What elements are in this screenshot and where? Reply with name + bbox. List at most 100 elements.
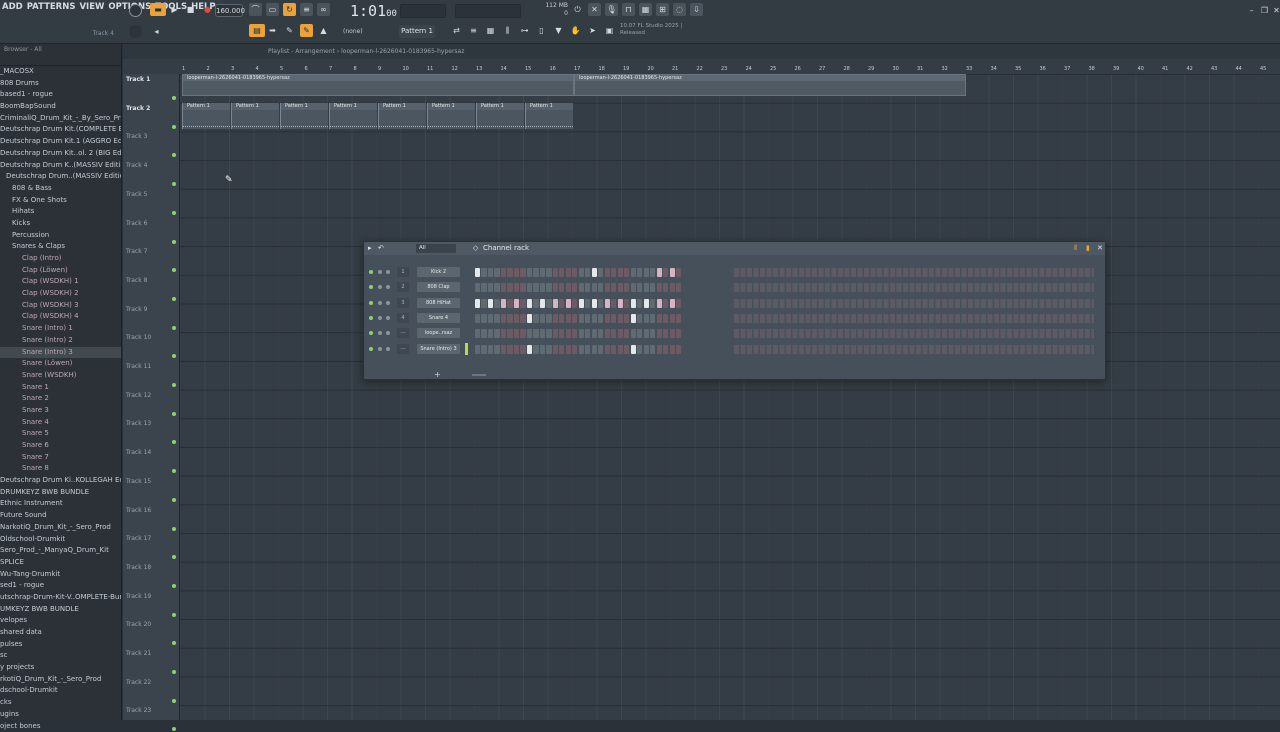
track-header[interactable]: Track 7 <box>126 248 147 255</box>
step-button[interactable] <box>598 283 603 292</box>
channel-mixer-track[interactable]: 3 <box>397 298 409 308</box>
step-button[interactable] <box>657 329 662 338</box>
step-button[interactable] <box>624 268 629 277</box>
track-header[interactable]: Track 19 <box>126 593 151 600</box>
timeline-ruler[interactable]: 1234567891011121314151617181920212223242… <box>180 64 1280 74</box>
browser-folder-item[interactable]: ugins <box>0 709 121 721</box>
track-header[interactable]: Track 11 <box>126 363 151 370</box>
browser-folder-item[interactable]: Deutschrap Drum K..(MASSIV Edition) <box>0 160 121 172</box>
track-mute-led[interactable] <box>172 96 176 100</box>
step-button[interactable] <box>559 268 564 277</box>
step-button[interactable] <box>670 329 675 338</box>
playlist-grid[interactable]: looperman-l-2626041-0183965-hypersaz loo… <box>180 74 1280 720</box>
step-button[interactable] <box>592 345 597 354</box>
step-button[interactable] <box>546 314 551 323</box>
step-button[interactable] <box>657 299 662 308</box>
step-button[interactable] <box>637 299 642 308</box>
channel-mixer-track[interactable]: --- <box>397 344 409 354</box>
step-button[interactable] <box>520 345 525 354</box>
step-button[interactable] <box>585 283 590 292</box>
step-button[interactable] <box>475 283 480 292</box>
pattern-clip[interactable]: Pattern 1 <box>525 103 573 129</box>
track-header[interactable]: Track 2 <box>126 105 150 112</box>
step-button[interactable] <box>611 314 616 323</box>
step-button[interactable] <box>624 283 629 292</box>
step-button[interactable] <box>592 268 597 277</box>
step-button[interactable] <box>488 283 493 292</box>
step-button[interactable] <box>501 314 506 323</box>
channel-mute-led[interactable] <box>369 285 373 289</box>
channel-name-button[interactable]: 808 Clap <box>417 282 460 292</box>
track-header[interactable]: Track 16 <box>126 507 151 514</box>
step-button[interactable] <box>527 345 532 354</box>
browser-sample-item[interactable]: Snare 1 <box>0 382 121 394</box>
master-volume-slider[interactable] <box>400 4 446 18</box>
channel-name-button[interactable]: 808 HiHat <box>417 298 460 308</box>
step-button[interactable] <box>637 314 642 323</box>
step-button[interactable] <box>650 268 655 277</box>
metronome-icon[interactable]: ⌒ <box>249 3 262 16</box>
track-header[interactable]: Track 20 <box>126 621 151 628</box>
step-button[interactable] <box>670 268 675 277</box>
step-button[interactable] <box>527 283 532 292</box>
step-button[interactable] <box>592 314 597 323</box>
track-mute-led[interactable] <box>172 498 176 502</box>
step-button[interactable] <box>533 314 538 323</box>
step-button[interactable] <box>579 314 584 323</box>
step-button[interactable] <box>553 345 558 354</box>
browser-folder-item[interactable]: velopes <box>0 615 121 627</box>
step-button[interactable] <box>631 314 636 323</box>
browser-folder-item[interactable]: CriminaliQ_Drum_Kit_-_By_Sero_Prod <box>0 113 121 125</box>
browser-folder-item[interactable]: Deutschrap Drum..(MASSIV Edition) <box>0 171 121 183</box>
track-mute-led[interactable] <box>172 555 176 559</box>
browser-sample-item[interactable]: Snare 3 <box>0 405 121 417</box>
rack-undo-icon[interactable]: ↶ <box>378 242 384 255</box>
track-header[interactable]: Track 14 <box>126 449 151 456</box>
step-button[interactable] <box>644 299 649 308</box>
step-button[interactable] <box>527 329 532 338</box>
step-button[interactable] <box>501 345 506 354</box>
step-button[interactable] <box>598 299 603 308</box>
channel-name-button[interactable]: loope..rsaz <box>417 328 460 338</box>
rack-close-icon[interactable]: ✕ <box>1097 242 1103 255</box>
step-button[interactable] <box>663 283 668 292</box>
step-button[interactable] <box>657 283 662 292</box>
step-button[interactable] <box>644 268 649 277</box>
browser-folder-item[interactable]: based1 - rogue <box>0 89 121 101</box>
browser-folder-item[interactable]: rkotiQ_Drum_Kit_-_Sero_Prod <box>0 674 121 686</box>
browser-sample-item[interactable]: Clap (Intro) <box>0 253 121 265</box>
step-button[interactable] <box>585 268 590 277</box>
pat-mode-icon[interactable]: ▬ <box>150 3 166 16</box>
step-button[interactable] <box>507 314 512 323</box>
step-button[interactable] <box>670 283 675 292</box>
step-button[interactable] <box>631 283 636 292</box>
cpu-icon[interactable]: ▦ <box>639 3 652 16</box>
step-button[interactable] <box>605 345 610 354</box>
next-icon[interactable]: ➡ <box>266 24 279 37</box>
step-button[interactable] <box>650 299 655 308</box>
step-button[interactable] <box>520 329 525 338</box>
step-button[interactable] <box>579 299 584 308</box>
step-button[interactable] <box>540 345 545 354</box>
step-button[interactable] <box>520 283 525 292</box>
browser-folder-item[interactable]: sc <box>0 650 121 662</box>
step-button[interactable] <box>546 299 551 308</box>
step-button[interactable] <box>670 314 675 323</box>
add-channel-icon[interactable]: + <box>434 370 441 379</box>
browser-folder-item[interactable]: utschrap-Drum-Kit-V..OMPLETE-Bundle-aa7j… <box>0 592 121 604</box>
pattern-clip[interactable]: Pattern 1 <box>476 103 524 129</box>
step-button[interactable] <box>592 299 597 308</box>
step-button[interactable] <box>572 345 577 354</box>
step-button[interactable] <box>618 329 623 338</box>
track-header[interactable]: Track 3 <box>126 133 147 140</box>
mixer-icon[interactable]: ✕ <box>588 3 601 16</box>
menu-view[interactable]: VIEW <box>79 2 104 18</box>
step-button[interactable] <box>618 314 623 323</box>
step-button[interactable] <box>488 299 493 308</box>
step-button[interactable] <box>670 299 675 308</box>
step-button[interactable] <box>566 299 571 308</box>
browser-folder-item[interactable]: FX & One Shots <box>0 195 121 207</box>
step-button[interactable] <box>657 345 662 354</box>
step-button[interactable] <box>611 283 616 292</box>
step-button[interactable] <box>631 268 636 277</box>
